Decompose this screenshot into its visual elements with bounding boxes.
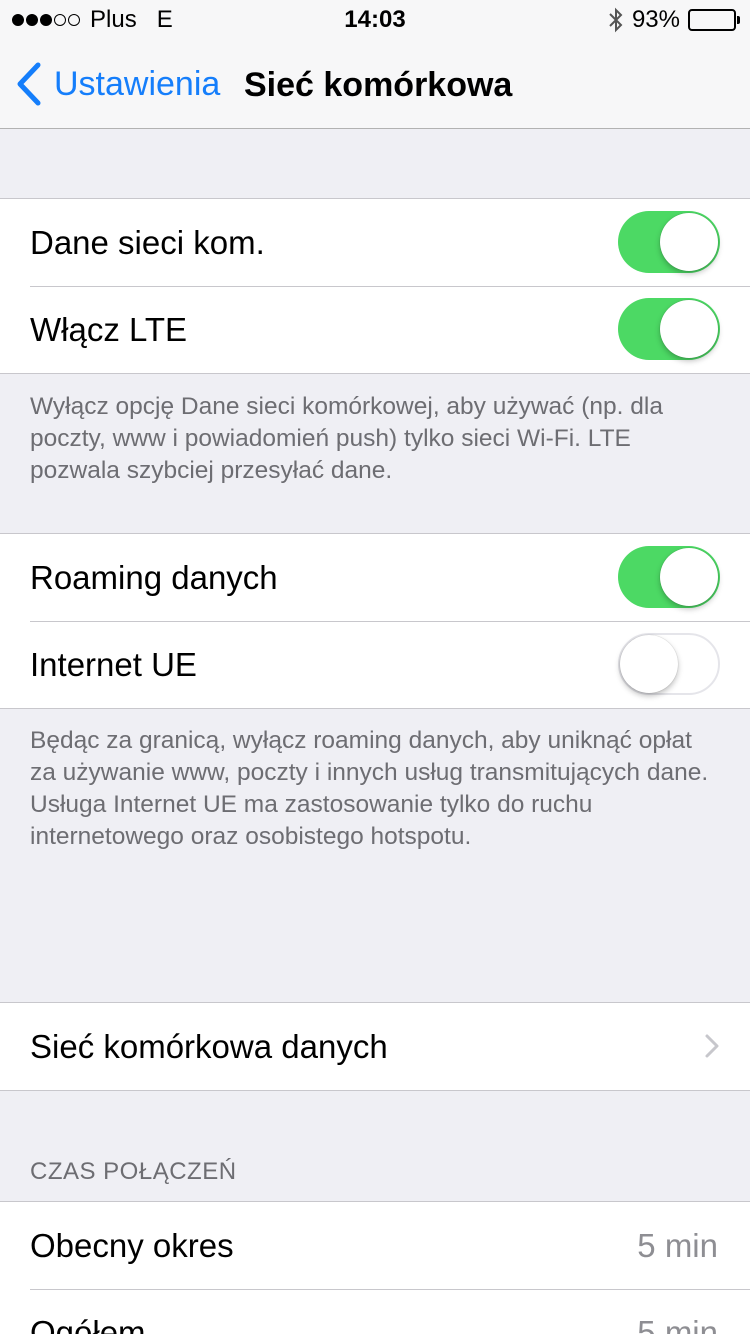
cellular-network-group: Sieć komórkowa danych	[0, 1002, 750, 1091]
enable-lte-row: Włącz LTE	[0, 286, 750, 373]
roaming-group: Roaming danych Internet UE	[0, 533, 750, 709]
lifetime-row: Ogółem 5 min	[0, 1289, 750, 1334]
roaming-footer: Będąc za granicą, wyłącz roaming danych,…	[30, 727, 709, 850]
row-value: 5 min	[637, 1313, 718, 1334]
status-bar: Plus E 14:03 93%	[0, 0, 750, 40]
back-label: Ustawienia	[54, 64, 221, 103]
call-time-group: Obecny okres 5 min Ogółem 5 min	[0, 1201, 750, 1334]
cellular-data-row: Dane sieci kom.	[0, 199, 750, 286]
row-label: Sieć komórkowa danych	[30, 1027, 388, 1065]
back-button[interactable]: Ustawienia	[16, 62, 220, 106]
row-label: Włącz LTE	[30, 310, 188, 348]
row-value: 5 min	[637, 1226, 718, 1264]
cellular-data-footer: Wyłącz opcję Dane sieci komórkowej, aby …	[30, 393, 663, 484]
row-label: Ogółem	[30, 1313, 146, 1334]
cellular-data-network-row[interactable]: Sieć komórkowa danych	[0, 1003, 750, 1090]
internet-ue-toggle[interactable]	[618, 633, 720, 695]
internet-ue-row: Internet UE	[0, 621, 750, 708]
battery-percent: 93%	[631, 6, 680, 33]
enable-lte-toggle[interactable]	[618, 298, 720, 360]
chevron-left-icon	[17, 62, 41, 106]
bluetooth-icon	[609, 7, 623, 33]
current-period-row: Obecny okres 5 min	[0, 1202, 750, 1289]
status-right: 93%	[608, 6, 740, 34]
data-roaming-toggle[interactable]	[618, 546, 720, 608]
row-label: Obecny okres	[30, 1226, 234, 1264]
call-time-header: CZAS POŁĄCZEŃ	[30, 1158, 237, 1185]
cellular-data-group: Dane sieci kom. Włącz LTE	[0, 198, 750, 374]
navigation-bar: Ustawienia Sieć komórkowa	[0, 40, 750, 129]
data-roaming-row: Roaming danych	[0, 534, 750, 621]
row-label: Internet UE	[30, 645, 197, 683]
cellular-data-toggle[interactable]	[618, 211, 720, 273]
row-label: Roaming danych	[30, 558, 278, 596]
row-label: Dane sieci kom.	[30, 223, 265, 261]
page-title: Sieć komórkowa	[244, 66, 513, 104]
battery-icon	[688, 9, 740, 31]
chevron-right-icon	[705, 1034, 719, 1058]
